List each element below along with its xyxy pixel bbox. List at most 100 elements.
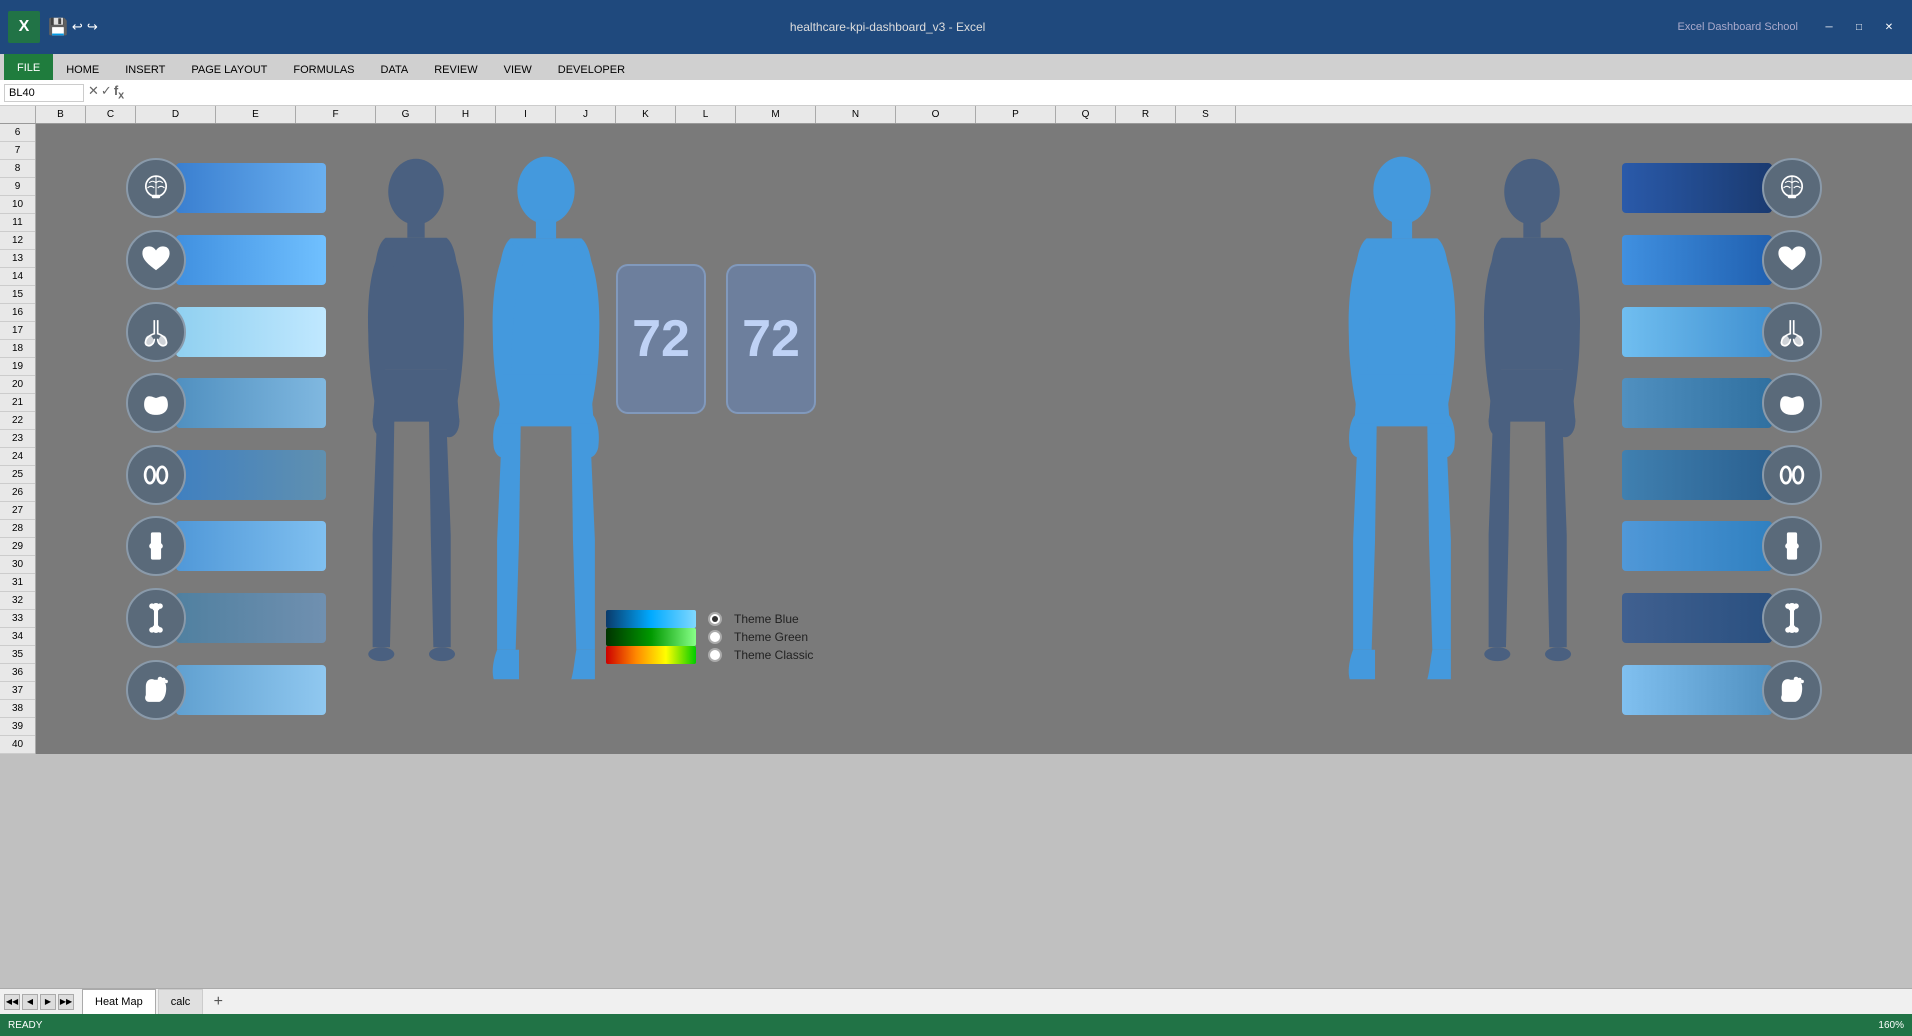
theme-label-green: Theme Green	[734, 630, 808, 644]
lungs-bar-left	[176, 307, 326, 357]
column-headers: B C D E F G H I J K L M N O P Q R S	[0, 106, 1912, 124]
status-bar: READY 160%	[0, 1014, 1912, 1036]
tab-review[interactable]: REVIEW	[421, 58, 490, 80]
tab-home[interactable]: HOME	[53, 58, 112, 80]
col-header-f[interactable]: F	[296, 106, 376, 123]
col-header-g[interactable]: G	[376, 106, 436, 123]
brain-bar-left	[176, 163, 326, 213]
lungs-icon	[139, 315, 173, 349]
theme-gradient-classic	[606, 646, 696, 664]
bone-icon	[139, 601, 173, 635]
foot-bar-left	[176, 665, 326, 715]
add-sheet-button[interactable]: +	[205, 989, 231, 1014]
save-icon[interactable]: 💾	[48, 17, 68, 37]
quick-access-toolbar[interactable]: 💾 ↩ ↪	[48, 17, 98, 37]
heart-icon-right	[1775, 243, 1809, 277]
lungs-bar-right	[1622, 307, 1772, 357]
col-header-m[interactable]: M	[736, 106, 816, 123]
col-header-i[interactable]: I	[496, 106, 556, 123]
col-header-d[interactable]: D	[136, 106, 216, 123]
tab-file[interactable]: FILE	[4, 54, 53, 80]
formula-input[interactable]	[128, 85, 1908, 101]
organ-row-kidneys-right	[1622, 441, 1822, 510]
tab-data[interactable]: DATA	[368, 58, 422, 80]
zoom-level: 160%	[1878, 1020, 1904, 1031]
brain-icon-right	[1775, 171, 1809, 205]
organ-row-brain-right	[1622, 154, 1822, 223]
kidneys-bar-right	[1622, 450, 1772, 500]
restore-button[interactable]: □	[1844, 16, 1874, 38]
col-header-k[interactable]: K	[616, 106, 676, 123]
cancel-formula-icon[interactable]: ✕	[88, 83, 99, 102]
row-38: 38	[0, 700, 35, 718]
row-24: 24	[0, 448, 35, 466]
stomach-icon-circle	[126, 373, 186, 433]
col-header-h[interactable]: H	[436, 106, 496, 123]
theme-label-blue: Theme Blue	[734, 612, 799, 626]
row-28: 28	[0, 520, 35, 538]
sheet-nav-next[interactable]: ▶	[40, 994, 56, 1010]
tab-page-layout[interactable]: PAGE LAYOUT	[178, 58, 280, 80]
minimize-button[interactable]: ─	[1814, 16, 1844, 38]
insert-function-icon[interactable]: fx	[114, 83, 124, 102]
undo-icon[interactable]: ↩	[72, 19, 83, 35]
sheet-nav-first[interactable]: ◀◀	[4, 994, 20, 1010]
sheet-nav-prev[interactable]: ◀	[22, 994, 38, 1010]
theme-radio-blue[interactable]	[708, 612, 722, 626]
col-header-e[interactable]: E	[216, 106, 296, 123]
organ-row-bone	[126, 584, 326, 653]
left-silhouette-container	[351, 144, 481, 734]
name-box[interactable]	[4, 84, 84, 102]
col-header-c[interactable]: C	[86, 106, 136, 123]
tab-formulas[interactable]: FORMULAS	[280, 58, 367, 80]
col-header-l[interactable]: L	[676, 106, 736, 123]
col-header-n[interactable]: N	[816, 106, 896, 123]
sheet-nav-last[interactable]: ▶▶	[58, 994, 74, 1010]
theme-radio-green[interactable]	[708, 630, 722, 644]
right-human-silhouette	[1332, 144, 1472, 734]
tab-insert[interactable]: INSERT	[112, 58, 178, 80]
confirm-formula-icon[interactable]: ✓	[101, 83, 112, 102]
row-9: 9	[0, 178, 35, 196]
organ-row-stomach-right	[1622, 369, 1822, 438]
row-14: 14	[0, 268, 35, 286]
close-button[interactable]: ✕	[1874, 16, 1904, 38]
stomach-bar-right	[1622, 378, 1772, 428]
theme-label-classic: Theme Classic	[734, 648, 813, 662]
organ-row-bone-right	[1622, 584, 1822, 653]
window-controls[interactable]: ─ □ ✕	[1814, 16, 1904, 38]
col-header-q[interactable]: Q	[1056, 106, 1116, 123]
lungs-icon-circle-right	[1762, 302, 1822, 362]
tab-view[interactable]: VIEW	[491, 58, 545, 80]
sheet-nav[interactable]: ◀◀ ◀ ▶ ▶▶	[4, 989, 74, 1014]
foot-icon-right	[1775, 673, 1809, 707]
tab-developer[interactable]: DEVELOPER	[545, 58, 638, 80]
sheet-tab-heatmap[interactable]: Heat Map	[82, 989, 156, 1014]
row-10: 10	[0, 196, 35, 214]
col-header-o[interactable]: O	[896, 106, 976, 123]
grid-container: 6 7 8 9 10 11 12 13 14 15 16 17 18 19 20…	[0, 124, 1912, 754]
col-header-b[interactable]: B	[36, 106, 86, 123]
theme-radio-classic[interactable]	[708, 648, 722, 662]
col-header-s[interactable]: S	[1176, 106, 1236, 123]
organ-row-heart	[126, 226, 326, 295]
organ-row-foot-right	[1622, 655, 1822, 724]
row-21: 21	[0, 394, 35, 412]
ribbon-tabs: FILE HOME INSERT PAGE LAYOUT FORMULAS DA…	[0, 54, 1912, 80]
excel-logo-area: X 💾 ↩ ↪	[8, 11, 98, 43]
right-organ-panel	[1622, 154, 1822, 724]
sheet-tab-calc[interactable]: calc	[158, 989, 204, 1014]
organ-row-joint	[126, 512, 326, 581]
col-header-j[interactable]: J	[556, 106, 616, 123]
joint-bar-right	[1622, 521, 1772, 571]
col-header-r[interactable]: R	[1116, 106, 1176, 123]
row-22: 22	[0, 412, 35, 430]
kidneys-icon-circle-right	[1762, 445, 1822, 505]
theme-gradient-blue	[606, 610, 696, 628]
redo-icon[interactable]: ↪	[87, 19, 98, 35]
row-8: 8	[0, 160, 35, 178]
right-gray-silhouette	[1467, 144, 1597, 734]
col-header-p[interactable]: P	[976, 106, 1056, 123]
row-29: 29	[0, 538, 35, 556]
organ-row-stomach	[126, 369, 326, 438]
